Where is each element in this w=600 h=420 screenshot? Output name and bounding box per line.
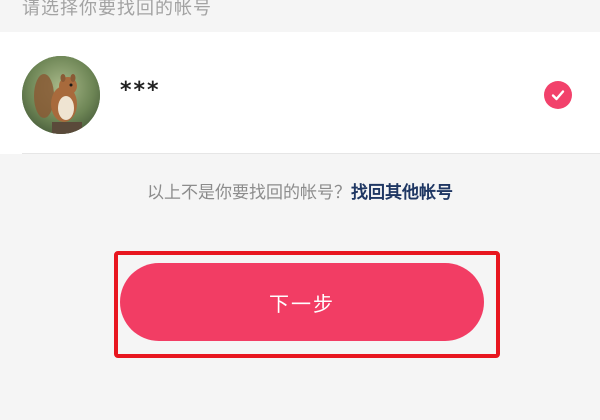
next-step-button[interactable]: 下一步 — [120, 263, 484, 341]
account-name: *** — [120, 78, 161, 103]
next-step-label: 下一步 — [269, 293, 335, 316]
other-account-prompt: 以上不是你要找回的帐号？找回其他帐号 — [0, 178, 600, 203]
page-title: 请选择你要找回的帐号 — [22, 0, 212, 19]
avatar — [22, 56, 100, 134]
selected-check-icon[interactable] — [544, 81, 572, 109]
checkmark-icon — [551, 90, 565, 101]
recover-other-account-link[interactable]: 找回其他帐号 — [351, 183, 453, 203]
divider — [22, 153, 600, 154]
other-account-question: 以上不是你要找回的帐号？ — [147, 183, 351, 203]
page-header: 请选择你要找回的帐号 — [0, 0, 600, 32]
account-item[interactable]: *** — [0, 32, 600, 154]
squirrel-avatar-icon — [22, 56, 100, 134]
